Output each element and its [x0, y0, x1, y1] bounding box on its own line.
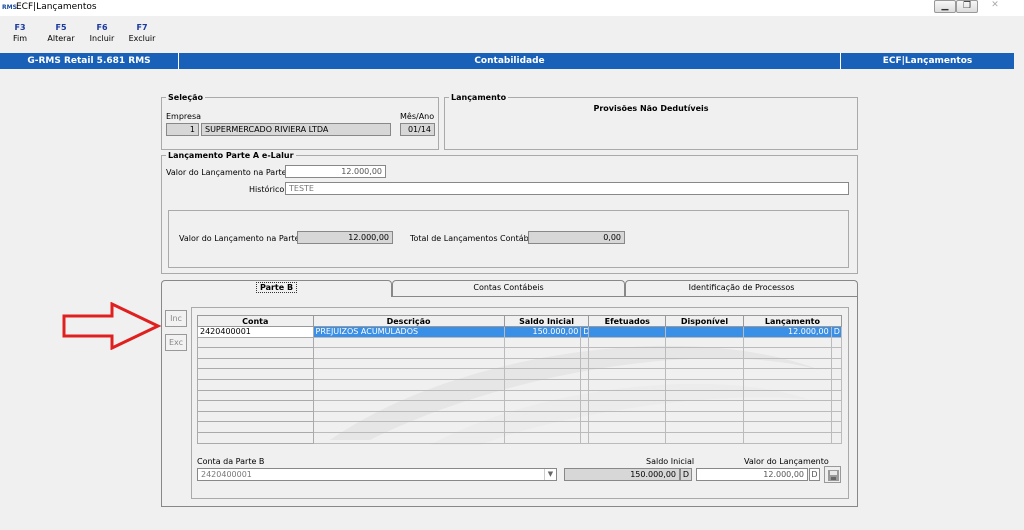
tab-identificacao-label: Identificação de Processos — [688, 283, 795, 292]
minimize-button[interactable]: ▁ — [934, 0, 956, 13]
valor-parte-a-label: Valor do Lançamento na Parte A — [166, 168, 295, 177]
fkey-code: F3 — [14, 23, 26, 32]
selecao-group: Seleção — [161, 93, 439, 150]
col-header-lancamento[interactable]: Lançamento — [742, 315, 843, 327]
table-row-empty[interactable] — [197, 357, 843, 370]
red-arrow-annotation — [62, 302, 162, 350]
table-row-empty[interactable] — [197, 378, 843, 391]
cell-lancamento[interactable]: 12.000,00 — [742, 326, 832, 338]
col-header-conta[interactable]: Conta — [197, 315, 314, 327]
col-header-saldo-inicial[interactable]: Saldo Inicial — [503, 315, 590, 327]
fkey-code: F7 — [136, 23, 148, 32]
valor-lancamento-dc[interactable]: D — [809, 468, 820, 481]
table-row-empty[interactable] — [197, 421, 843, 433]
parte-a-legend: Lançamento Parte A e-Lalur — [168, 151, 294, 160]
fkey-label: Alterar — [47, 34, 75, 43]
cell-descricao[interactable]: PREJUIZOS ACUMULADOS — [312, 326, 505, 338]
chevron-down-icon[interactable]: ▼ — [544, 469, 556, 480]
historico-input[interactable]: TESTE — [285, 182, 849, 195]
mesano-label: Mês/Ano — [400, 112, 435, 121]
valor-lancamento-input[interactable]: 12.000,00 — [696, 468, 808, 481]
lancamento-title: Provisões Não Dedutíveis — [593, 104, 709, 113]
system-name: G-RMS Retail 5.681 RMS — [0, 53, 179, 69]
window-title: ECF|Lançamentos — [16, 2, 97, 12]
close-button[interactable]: ✕ — [982, 0, 1008, 13]
col-header-descricao[interactable]: Descrição — [312, 315, 505, 327]
table-row-empty[interactable] — [197, 368, 843, 380]
module-name: Contabilidade — [179, 53, 841, 69]
f3-fim-button[interactable]: F3 Fim — [0, 22, 40, 44]
table-row-empty[interactable] — [197, 400, 843, 412]
f6-incluir-button[interactable]: F6 Incluir — [82, 22, 122, 44]
cell-saldo-inicial[interactable]: 150.000,00 — [503, 326, 582, 338]
save-icon — [828, 470, 839, 481]
saldo-inicial-field: 150.000,00 — [564, 468, 680, 481]
table-row-empty[interactable] — [197, 336, 843, 349]
f5-alterar-button[interactable]: F5 Alterar — [41, 22, 81, 44]
tab-contas-label: Contas Contábeis — [473, 283, 544, 292]
table-row-empty[interactable] — [197, 389, 843, 402]
conta-parte-b-label: Conta da Parte B — [197, 457, 265, 466]
fkey-label: Incluir — [89, 34, 115, 43]
grid-header-row: Conta Descrição Saldo Inicial Efetuados … — [197, 315, 843, 327]
empresa-name-field: SUPERMERCADO RIVIERA LTDA — [201, 123, 391, 136]
inc-button[interactable]: Inc — [165, 310, 187, 327]
f7-excluir-button[interactable]: F7 Excluir — [122, 22, 162, 44]
tab-contas-contabeis[interactable]: Contas Contábeis — [392, 280, 625, 296]
fkey-label: Excluir — [128, 34, 156, 43]
fkey-code: F6 — [96, 23, 108, 32]
valor-parte-a-input[interactable]: 12.000,00 — [285, 165, 386, 178]
conta-parte-b-select[interactable]: 2420400001 — [197, 468, 557, 481]
app-icon: RMS — [2, 4, 17, 11]
selecao-legend: Seleção — [168, 93, 203, 102]
cell-efetuados[interactable] — [588, 326, 667, 338]
exc-button[interactable]: Exc — [165, 334, 187, 351]
col-header-efetuados[interactable]: Efetuados — [588, 315, 667, 327]
tab-parte-b-label: Parte B — [255, 282, 298, 293]
valor-lancamento-label: Valor do Lançamento — [744, 457, 829, 466]
tab-parte-b[interactable]: Parte B — [161, 280, 392, 297]
parte-b-grid[interactable]: Conta Descrição Saldo Inicial Efetuados … — [197, 315, 843, 444]
title-bar: RMS ECF|Lançamentos ▁ ❐ ✕ — [0, 0, 1024, 16]
table-row-empty[interactable] — [197, 410, 843, 423]
valor-parte-b-label: Valor do Lançamento na Parte B — [179, 234, 308, 243]
restore-button[interactable]: ❐ — [956, 0, 978, 13]
total-lancamentos-field: 0,00 — [528, 231, 625, 244]
lancamento-legend: Lançamento — [451, 93, 507, 102]
empresa-label: Empresa — [166, 112, 202, 121]
screen-name: ECF|Lançamentos — [882, 56, 973, 66]
cell-disponivel[interactable] — [665, 326, 744, 338]
table-row[interactable]: 2420400001 PREJUIZOS ACUMULADOS 150.000,… — [197, 326, 843, 338]
saldo-inicial-dc: D — [680, 468, 692, 481]
saldo-inicial-label: Saldo Inicial — [646, 457, 695, 466]
save-button[interactable] — [824, 466, 841, 483]
col-header-disponivel[interactable]: Disponível — [665, 315, 744, 327]
fkey-label: Fim — [12, 34, 28, 43]
cell-saldo-dc[interactable]: D — [580, 326, 590, 338]
cell-lancamento-dc[interactable]: D — [830, 326, 843, 338]
fkey-code: F5 — [55, 23, 67, 32]
lancamento-group: Lançamento — [444, 93, 858, 150]
table-row-empty[interactable] — [197, 347, 843, 359]
valor-parte-b-field: 12.000,00 — [297, 231, 393, 244]
mesano-field: 01/14 — [400, 123, 435, 136]
module-header-bar: G-RMS Retail 5.681 RMS Contabilidade ECF… — [0, 53, 1014, 69]
historico-label: Histórico — [249, 185, 285, 194]
table-row-empty[interactable] — [197, 431, 843, 444]
empresa-code-field: 1 — [166, 123, 199, 136]
tab-identificacao-processos[interactable]: Identificação de Processos — [625, 280, 858, 296]
total-lancamentos-label: Total de Lançamentos Contábeis — [410, 234, 541, 243]
cell-conta[interactable]: 2420400001 — [197, 326, 314, 338]
